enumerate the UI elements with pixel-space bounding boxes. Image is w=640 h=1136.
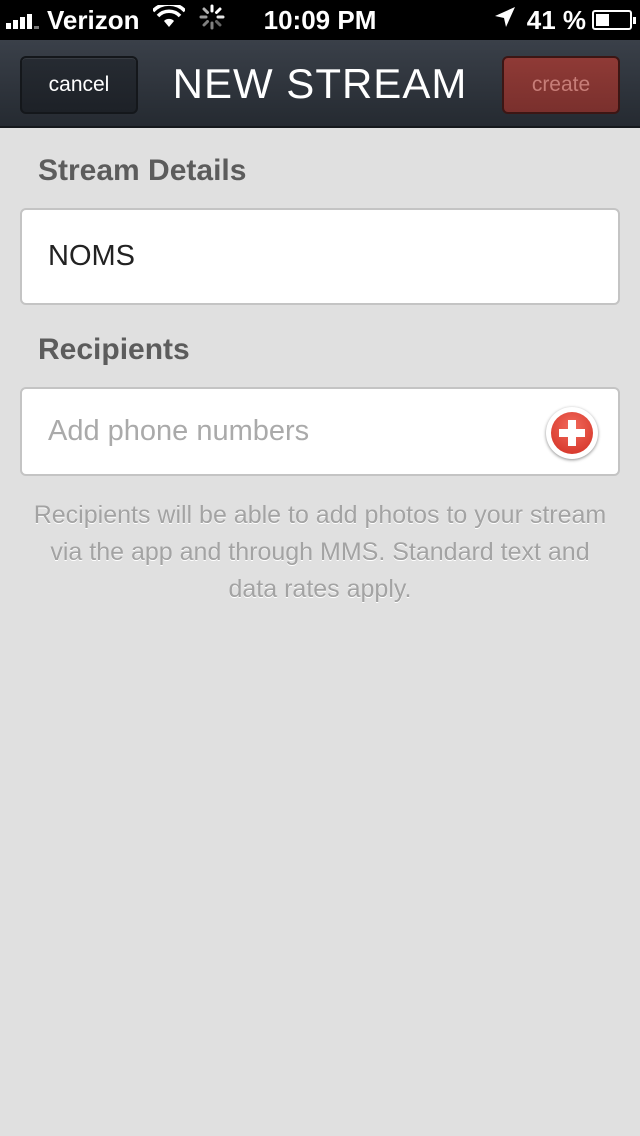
wifi-icon [152, 1, 187, 36]
signal-icon [6, 11, 41, 29]
activity-spinner-icon [199, 4, 225, 37]
status-bar: Verizon 10:09 PM 41 % [0, 0, 640, 40]
status-left: Verizon [6, 0, 239, 40]
phone-numbers-placeholder[interactable]: Add phone numbers [48, 415, 309, 448]
battery-fill [596, 14, 610, 26]
stream-name-field[interactable]: NOMS [20, 208, 620, 305]
stream-name-value[interactable]: NOMS [48, 240, 135, 273]
cancel-button[interactable]: cancel [20, 56, 138, 114]
recipients-note: Recipients will be able to add photos to… [33, 501, 607, 603]
battery-icon [592, 10, 636, 30]
phone-numbers-field[interactable]: Add phone numbers [20, 387, 620, 476]
add-recipient-button[interactable] [546, 407, 598, 459]
location-arrow-icon [493, 5, 517, 36]
create-button[interactable]: create [502, 56, 620, 114]
recipients-heading: Recipients [38, 333, 190, 366]
nav-bar: cancel NEW STREAM create [0, 40, 640, 128]
battery-percent: 41 % [526, 4, 586, 35]
carrier-label: Verizon [47, 4, 140, 35]
add-circle-icon [551, 412, 593, 454]
status-right: 41 % [493, 0, 636, 40]
stream-details-heading: Stream Details [38, 154, 247, 187]
